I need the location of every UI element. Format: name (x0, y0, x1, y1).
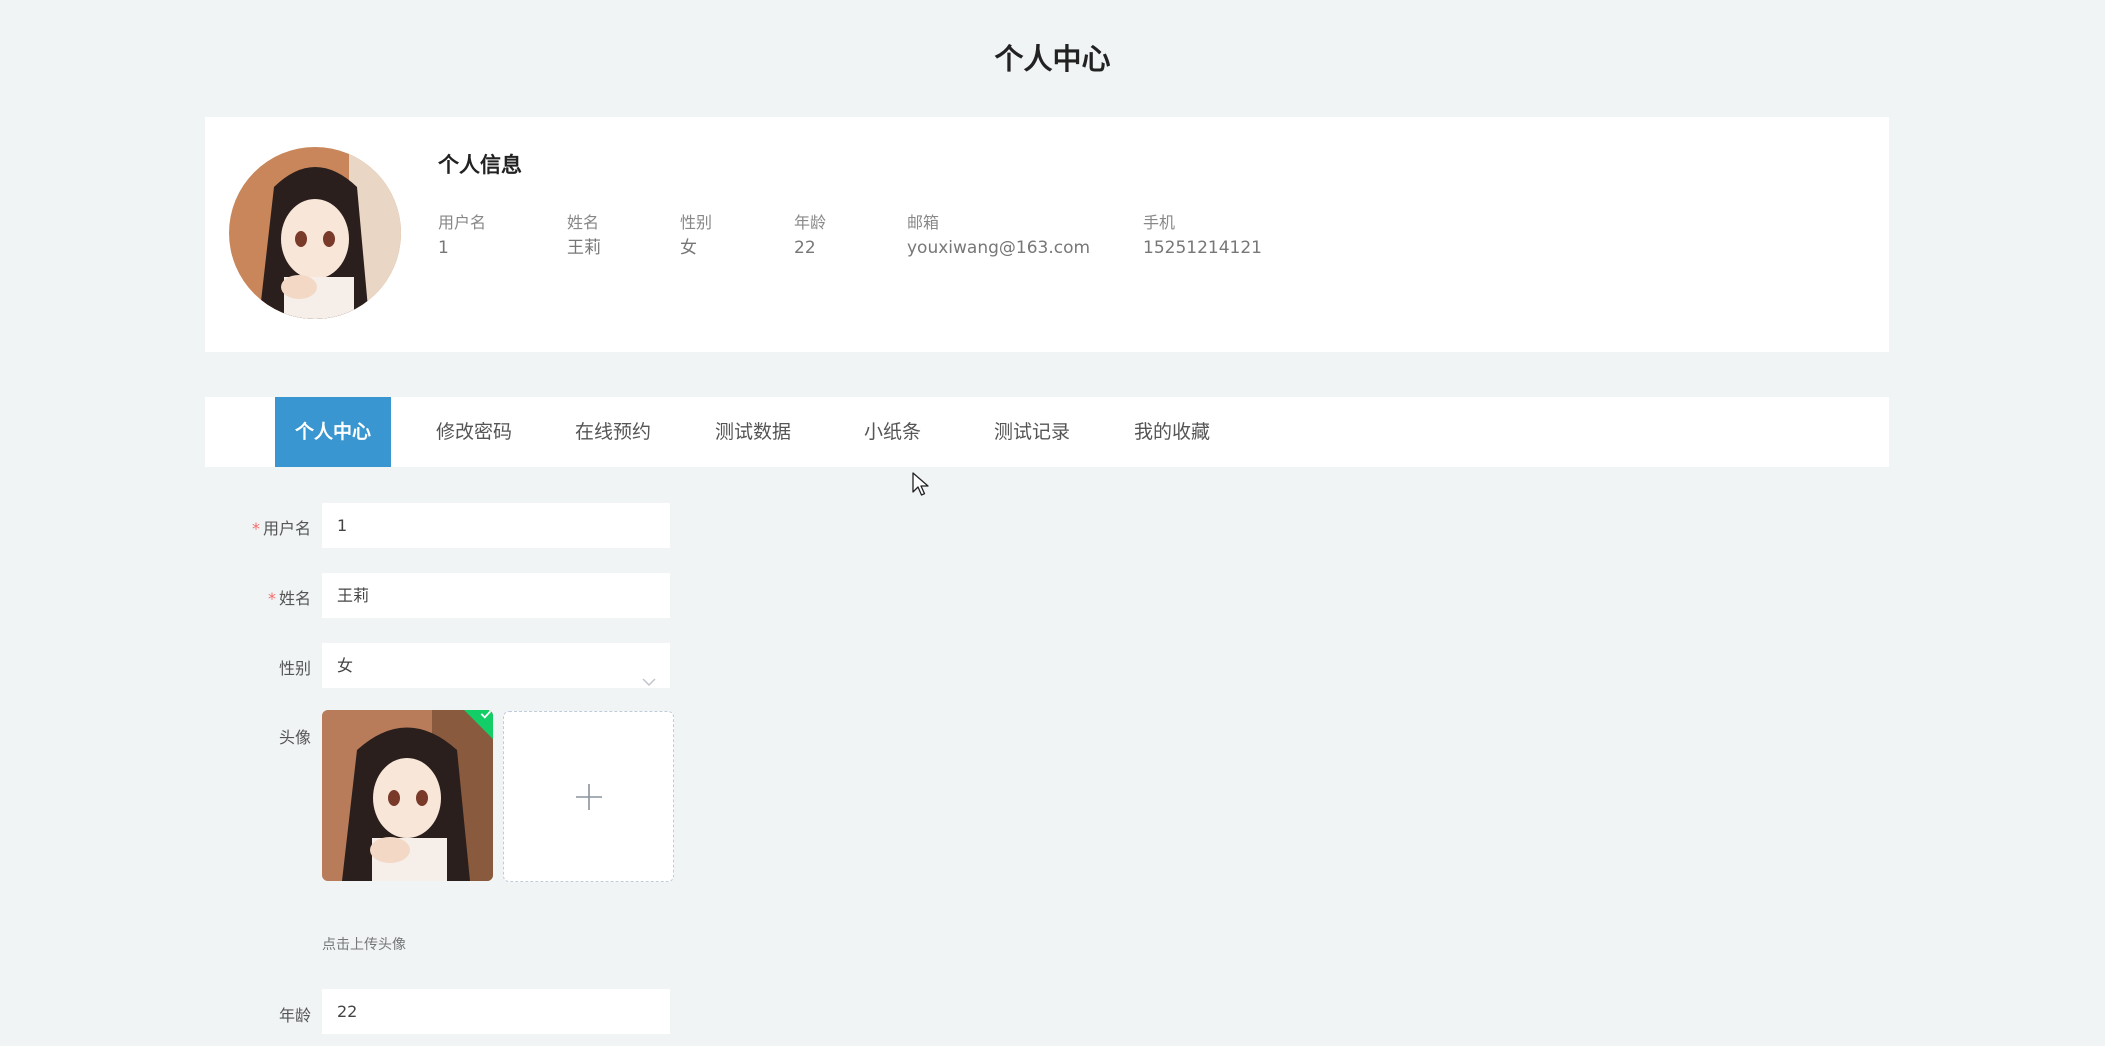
tab-test-data[interactable]: 测试数据 (715, 397, 791, 467)
tab-my-favorites[interactable]: 我的收藏 (1134, 397, 1210, 467)
gender-label-text: 性别 (278, 659, 311, 678)
avatar-upload-button[interactable] (503, 711, 674, 882)
info-phone: 手机 15251214121 (1143, 213, 1262, 259)
avatar-label-text: 头像 (278, 728, 311, 747)
info-age: 年龄 22 (794, 213, 826, 259)
info-label: 姓名 (567, 213, 600, 232)
gender-select-value: 女 (337, 656, 354, 675)
username-input[interactable] (322, 503, 670, 548)
info-value: youxiwang@163.com (907, 238, 1091, 258)
required-asterisk: * (251, 519, 260, 538)
info-name: 姓名 王莉 (567, 213, 601, 259)
username-label-text: 用户名 (262, 519, 311, 538)
name-label-text: 姓名 (278, 589, 311, 608)
profile-card: 个人信息 用户名 1 姓名 王莉 性别 女 年龄 22 邮箱 youxiwang… (205, 117, 1889, 352)
age-label-text: 年龄 (278, 1006, 311, 1025)
info-value: 女 (680, 238, 697, 258)
upload-hint: 点击上传头像 (322, 937, 406, 953)
gender-select[interactable]: 女 (322, 643, 670, 688)
check-icon (480, 710, 492, 719)
tab-bar: 个人中心 修改密码 在线预约 测试数据 小纸条 测试记录 我的收藏 (205, 397, 1889, 467)
username-label: * 用户名 (181, 515, 311, 539)
info-value: 王莉 (567, 238, 601, 258)
info-label: 用户名 (438, 213, 487, 232)
info-username: 用户名 1 (438, 213, 486, 259)
mouse-cursor-icon (912, 472, 930, 502)
info-label: 邮箱 (907, 213, 940, 232)
name-input[interactable] (322, 573, 670, 618)
info-value: 1 (438, 238, 449, 258)
profile-section-title: 个人信息 (438, 153, 522, 177)
avatar (229, 147, 401, 319)
age-label: 年龄 (181, 1002, 311, 1026)
page-title: 个人中心 (994, 42, 1111, 76)
uploaded-avatar-thumbnail[interactable] (322, 710, 493, 881)
tab-change-password[interactable]: 修改密码 (436, 397, 512, 467)
avatar-label: 头像 (181, 724, 311, 748)
profile-page: 个人中心 个人信息 用户名 1 姓名 王莉 性别 女 年龄 22 邮箱 youx… (0, 0, 2105, 1046)
chevron-down-icon (642, 659, 656, 704)
gender-label: 性别 (181, 655, 311, 679)
age-input[interactable] (322, 989, 670, 1034)
info-gender: 性别 女 (680, 213, 712, 259)
info-email: 邮箱 youxiwang@163.com (907, 213, 1090, 259)
info-label: 性别 (680, 213, 713, 232)
info-value: 15251214121 (1143, 238, 1262, 258)
plus-icon (576, 784, 602, 810)
info-label: 年龄 (794, 213, 827, 232)
required-asterisk: * (267, 589, 276, 608)
tab-test-records[interactable]: 测试记录 (994, 397, 1070, 467)
info-label: 手机 (1143, 213, 1176, 232)
tab-notes[interactable]: 小纸条 (864, 397, 921, 467)
info-value: 22 (794, 238, 816, 258)
name-label: * 姓名 (181, 585, 311, 609)
tab-personal-center[interactable]: 个人中心 (275, 397, 391, 467)
tab-online-booking[interactable]: 在线预约 (575, 397, 651, 467)
